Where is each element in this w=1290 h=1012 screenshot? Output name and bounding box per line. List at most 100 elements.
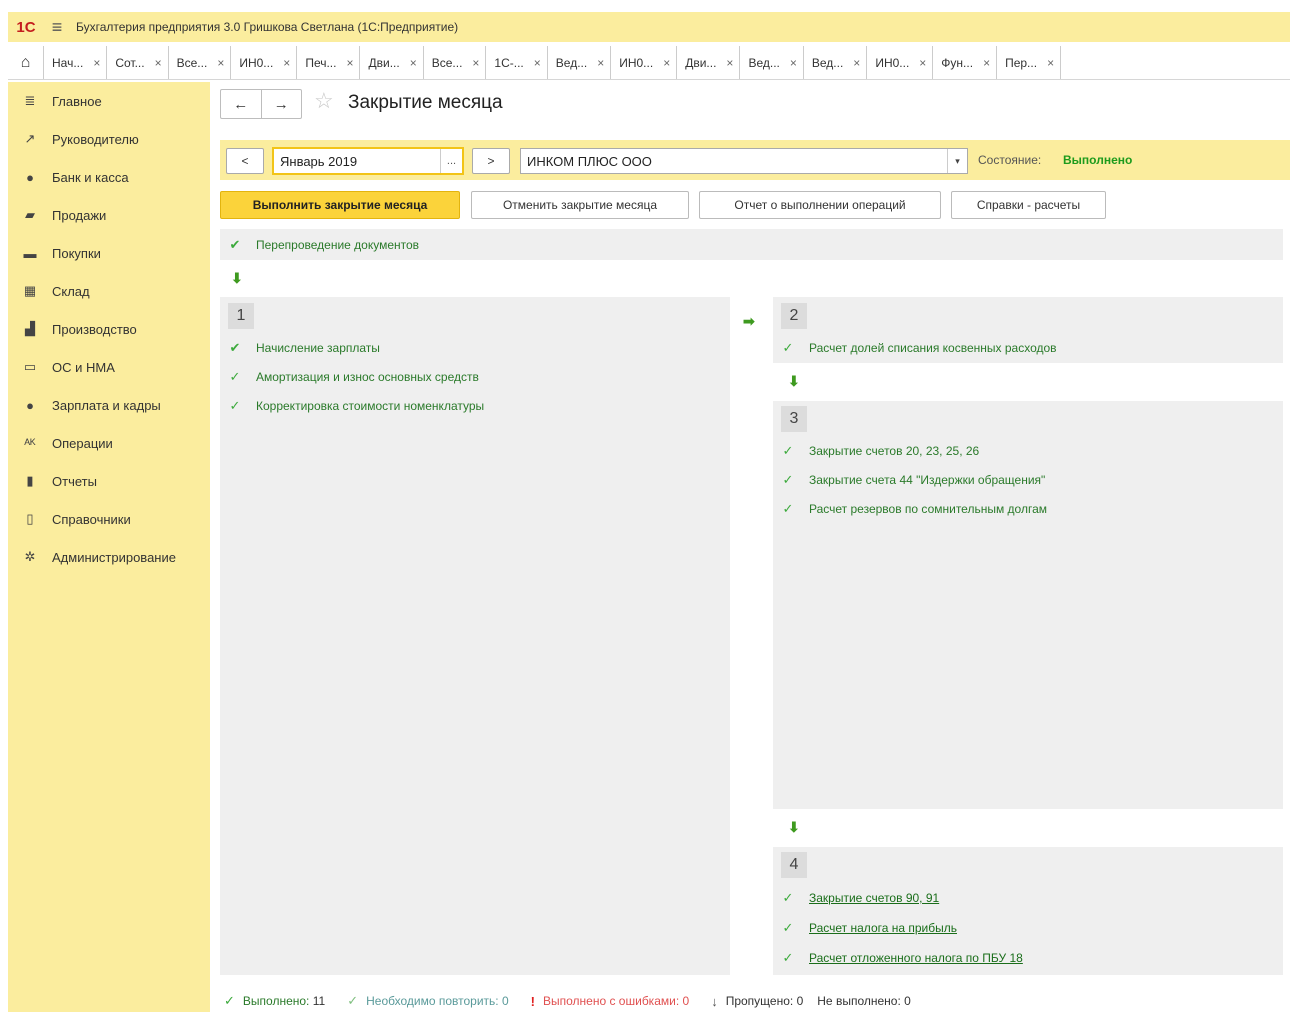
close-icon[interactable]: × — [663, 56, 670, 70]
next-period-button[interactable]: > — [472, 148, 510, 174]
main-menu-icon[interactable]: ≡ — [44, 17, 70, 38]
close-icon[interactable]: × — [597, 56, 604, 70]
gear-icon: ✲ — [24, 549, 36, 564]
task-link[interactable]: Расчет налога на прибыль — [809, 921, 957, 935]
check-icon: ✓ — [782, 920, 794, 935]
sidebar-item-fixed-assets[interactable]: ▭ ОС и НМА — [8, 348, 210, 386]
check-icon: ✓ — [782, 501, 794, 516]
tab[interactable]: Все... × — [424, 46, 487, 79]
exclamation-icon: ! — [530, 993, 535, 1009]
task-link[interactable]: Расчет отложенного налога по ПБУ 18 — [809, 951, 1023, 965]
sidebar-item-operations[interactable]: ᴬᴷ Операции — [8, 424, 210, 462]
close-icon[interactable]: × — [726, 56, 733, 70]
choose-period-button[interactable]: ... — [440, 149, 462, 173]
sidebar-item-production[interactable]: ▟ Производство — [8, 310, 210, 348]
forward-arrow-icon[interactable]: → — [262, 90, 302, 118]
task-income-tax[interactable]: ✓ Расчет налога на прибыль — [781, 919, 957, 937]
legend-repeat: ✓ Необходимо повторить: 0 — [347, 993, 509, 1008]
tab[interactable]: Сот... × — [107, 46, 169, 79]
close-icon[interactable]: × — [534, 56, 541, 70]
check-icon: ✓ — [782, 443, 794, 458]
sidebar-item-payroll[interactable]: ● Зарплата и кадры — [8, 386, 210, 424]
task-close-accounts-90-91[interactable]: ✓ Закрытие счетов 90, 91 — [781, 889, 940, 907]
legend-done: ✓ Выполнено: 11 — [224, 993, 326, 1008]
list-icon: ≣ — [24, 93, 36, 108]
close-icon[interactable]: × — [155, 56, 162, 70]
organization-select[interactable]: ИНКОМ ПЛЮС ООО ▾ — [520, 148, 968, 174]
check-icon: ✓ — [224, 993, 235, 1008]
operations-report-button[interactable]: Отчет о выполнении операций — [699, 191, 941, 219]
tab[interactable]: Фун... × — [933, 46, 998, 79]
close-icon[interactable]: × — [1047, 56, 1054, 70]
close-icon[interactable]: × — [472, 56, 479, 70]
tab[interactable]: Печ... × — [297, 46, 361, 79]
task-close-account-44[interactable]: ✓ Закрытие счета 44 "Издержки обращения" — [781, 471, 1046, 489]
task-payroll[interactable]: ✔ Начисление зарплаты — [228, 339, 380, 357]
sidebar-item-warehouse[interactable]: ▦ Склад — [8, 272, 210, 310]
task-close-accounts-20-26[interactable]: ✓ Закрытие счетов 20, 23, 25, 26 — [781, 442, 980, 460]
tab[interactable]: ИН0... × — [611, 46, 678, 79]
state-label: Состояние: — [978, 153, 1042, 167]
sidebar-item-sales[interactable]: ▰ Продажи — [8, 196, 210, 234]
close-icon[interactable]: × — [853, 56, 860, 70]
book-icon: ▯ — [26, 511, 34, 526]
sidebar-item-reports[interactable]: ▮ Отчеты — [8, 462, 210, 500]
favorite-star-icon[interactable]: ☆ — [314, 88, 334, 114]
tab[interactable]: 1С-... × — [486, 46, 548, 79]
arrow-right-icon: ➡ — [743, 313, 755, 329]
sidebar-item-main[interactable]: ≣ Главное — [8, 82, 210, 120]
close-icon[interactable]: × — [410, 56, 417, 70]
tab[interactable]: Вед... × — [804, 46, 868, 79]
task-deferred-tax[interactable]: ✓ Расчет отложенного налога по ПБУ 18 — [781, 949, 1023, 967]
task-depreciation[interactable]: ✓ Амортизация и износ основных средств — [228, 368, 479, 386]
sidebar-item-administration[interactable]: ✲ Администрирование — [8, 538, 210, 576]
close-icon[interactable]: × — [283, 56, 290, 70]
tab[interactable]: Вед... × — [740, 46, 804, 79]
task-reposting[interactable]: ✔ Перепроведение документов — [228, 236, 420, 254]
check-icon: ✓ — [782, 340, 794, 355]
history-navigation: ← → — [220, 89, 302, 119]
run-month-close-button[interactable]: Выполнить закрытие месяца — [220, 191, 460, 219]
tab-active[interactable]: Пер... × — [997, 46, 1062, 79]
close-icon[interactable]: × — [790, 56, 797, 70]
tab[interactable]: Все... × — [169, 46, 232, 79]
tab[interactable]: Дви... × — [360, 46, 424, 79]
tab[interactable]: ИН0... × — [867, 46, 934, 79]
sidebar-item-purchases[interactable]: ▬ Покупки — [8, 234, 210, 272]
check-icon: ✓ — [347, 993, 359, 1008]
task-link[interactable]: Закрытие счетов 90, 91 — [809, 891, 939, 905]
cart-icon: ▬ — [23, 245, 37, 261]
close-icon[interactable]: × — [919, 56, 926, 70]
cancel-month-close-button[interactable]: Отменить закрытие месяца — [471, 191, 689, 219]
sidebar-item-manager[interactable]: ↗ Руководителю — [8, 120, 210, 158]
person-icon: ● — [26, 397, 34, 413]
period-value[interactable]: Январь 2019 — [274, 154, 440, 169]
close-icon[interactable]: × — [346, 56, 353, 70]
check-icon: ✓ — [229, 398, 241, 413]
organization-value[interactable]: ИНКОМ ПЛЮС ООО — [521, 154, 947, 169]
tab[interactable]: Дви... × — [677, 46, 741, 79]
bag-icon: ▰ — [25, 207, 35, 222]
task-doubtful-debts[interactable]: ✓ Расчет резервов по сомнительным долгам — [781, 500, 1047, 518]
arrow-down-icon: ⬇ — [788, 373, 800, 389]
task-indirect-costs[interactable]: ✓ Расчет долей списания косвенных расходо… — [781, 339, 1057, 357]
home-icon[interactable]: ⌂ — [8, 46, 44, 79]
reference-calculations-button[interactable]: Справки - расчеты — [951, 191, 1106, 219]
close-icon[interactable]: × — [217, 56, 224, 70]
chevron-down-icon[interactable]: ▾ — [947, 149, 967, 173]
stage-3-panel — [773, 401, 1283, 809]
coin-icon: ● — [26, 169, 34, 185]
1c-logo-icon[interactable]: 1С — [8, 12, 44, 42]
tab[interactable]: Нач... × — [44, 46, 108, 79]
sidebar-item-bank[interactable]: ● Банк и касса — [8, 158, 210, 196]
close-icon[interactable]: × — [983, 56, 990, 70]
tab[interactable]: Вед... × — [548, 46, 612, 79]
period-field[interactable]: Январь 2019 ... — [272, 147, 464, 175]
back-arrow-icon[interactable]: ← — [221, 90, 262, 118]
tab[interactable]: ИН0... × — [231, 46, 298, 79]
previous-period-button[interactable]: < — [226, 148, 264, 174]
close-icon[interactable]: × — [93, 56, 100, 70]
stage-number: 4 — [781, 852, 807, 878]
sidebar-item-catalogs[interactable]: ▯ Справочники — [8, 500, 210, 538]
task-cost-adjustment[interactable]: ✓ Корректировка стоимости номенклатуры — [228, 397, 485, 415]
